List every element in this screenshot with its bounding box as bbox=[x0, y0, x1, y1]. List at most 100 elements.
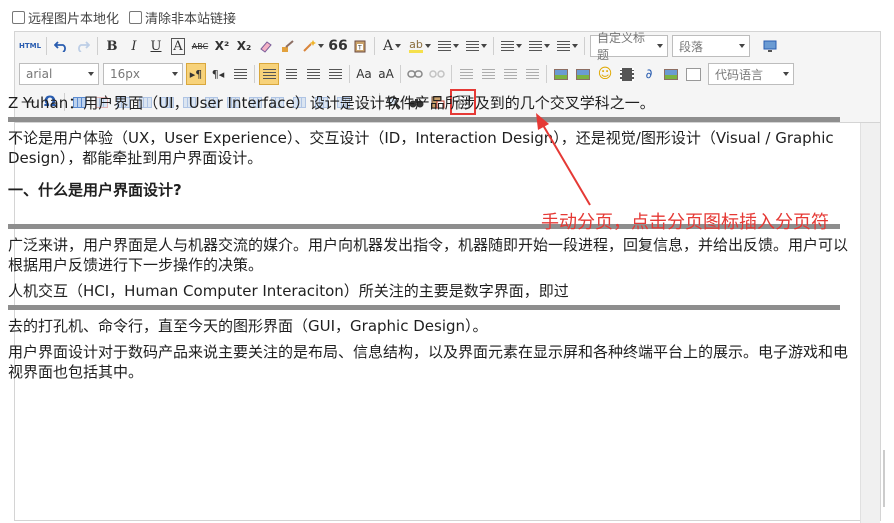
toolbar-separator bbox=[400, 65, 401, 83]
clear-links-option[interactable]: 清除非本站链接 bbox=[129, 8, 236, 27]
font-border-button[interactable]: A bbox=[168, 35, 188, 57]
editor-content[interactable]: Z Yuhan：用户界面（UI，User Interface）设计是设计软件产品… bbox=[8, 93, 848, 382]
fullscreen-button[interactable] bbox=[760, 35, 780, 57]
uppercase-button[interactable]: Aa bbox=[354, 63, 374, 85]
link-button[interactable] bbox=[405, 63, 425, 85]
align-justify-icon bbox=[328, 68, 342, 80]
image-right-icon bbox=[503, 68, 517, 80]
blockquote-button[interactable]: 66 bbox=[328, 35, 348, 57]
page-break-divider bbox=[8, 117, 840, 122]
unlink-icon bbox=[429, 70, 445, 78]
redo-button[interactable] bbox=[73, 35, 93, 57]
chevron-down-icon bbox=[739, 44, 745, 48]
custom-title-select[interactable]: 自定义标题 bbox=[590, 31, 668, 62]
toolbar-separator bbox=[349, 65, 350, 83]
gallery-icon bbox=[576, 68, 590, 80]
ltr-direction-button[interactable]: ▸¶ bbox=[186, 63, 206, 85]
align-center-button[interactable] bbox=[281, 63, 301, 85]
attachment-button[interactable]: ∂ bbox=[639, 63, 659, 85]
clear-links-checkbox[interactable] bbox=[129, 10, 143, 24]
remote-image-checkbox[interactable] bbox=[12, 10, 25, 24]
paragraph-1: Z Yuhan：用户界面（UI，User Interface）设计是设计软件产品… bbox=[8, 94, 655, 112]
font-size-select[interactable]: 16px bbox=[103, 63, 183, 85]
image-center-button[interactable] bbox=[522, 63, 542, 85]
redo-icon bbox=[78, 41, 90, 52]
section-heading: 一、什么是用户界面设计? bbox=[8, 181, 182, 199]
link-icon bbox=[407, 70, 423, 78]
insert-frame-button[interactable] bbox=[661, 63, 681, 85]
paste-plain-button[interactable]: T bbox=[350, 35, 370, 57]
undo-button[interactable] bbox=[51, 35, 71, 57]
template-icon bbox=[685, 67, 701, 81]
toolbar-row-1: HTML B I U A ABC X² X₂ 66 T A ab 自定义标题 段… bbox=[17, 31, 781, 62]
chevron-down-icon bbox=[783, 72, 789, 76]
paragraph-6: 用户界面设计对于数码产品来说主要关注的是布局、信息结构，以及界面元素在显示屏和各… bbox=[8, 343, 849, 381]
line-height-button[interactable] bbox=[554, 35, 580, 57]
brush-icon bbox=[282, 40, 294, 52]
paragraph-5: 去的打孔机、命令行，直至今天的图形界面（GUI，Graphic Design）。 bbox=[8, 317, 488, 335]
template-button[interactable] bbox=[683, 63, 703, 85]
indent-button[interactable] bbox=[230, 63, 250, 85]
align-right-button[interactable] bbox=[303, 63, 323, 85]
toolbar-separator bbox=[46, 37, 47, 55]
lowercase-icon: aA bbox=[378, 67, 394, 81]
code-language-select[interactable]: 代码语言 bbox=[708, 63, 794, 85]
format-brush-button[interactable] bbox=[278, 35, 298, 57]
film-icon bbox=[620, 67, 634, 81]
row-spacing-top-button[interactable] bbox=[498, 35, 524, 57]
toolbar-separator bbox=[451, 65, 452, 83]
multi-image-button[interactable] bbox=[573, 63, 593, 85]
remote-image-option[interactable]: 远程图片本地化 bbox=[12, 8, 119, 27]
image-center-icon bbox=[525, 68, 539, 80]
font-border-icon: A bbox=[171, 37, 185, 55]
auto-format-button[interactable] bbox=[300, 35, 326, 57]
image-right-button[interactable] bbox=[500, 63, 520, 85]
highlight-icon: ab bbox=[409, 37, 423, 53]
paragraph-format-select[interactable]: 段落 bbox=[672, 35, 750, 57]
rtl-direction-button[interactable]: ¶◂ bbox=[208, 63, 228, 85]
toolbar-row-2: arial 16px ▸¶ ¶◂ Aa aA ☺ ∂ 代码语言 bbox=[17, 61, 796, 87]
strikethrough-button[interactable]: ABC bbox=[190, 35, 210, 57]
align-left-button[interactable] bbox=[259, 63, 279, 85]
vertical-scrollbar[interactable] bbox=[860, 123, 880, 523]
toolbar-separator bbox=[546, 65, 547, 83]
ordered-list-button[interactable] bbox=[435, 35, 461, 57]
background-color-button[interactable]: ab bbox=[407, 35, 433, 57]
align-center-icon bbox=[285, 68, 297, 80]
magic-wand-icon bbox=[303, 40, 316, 52]
eraser-button[interactable] bbox=[256, 35, 276, 57]
annotation-text: 手动分页，点击分页图标插入分页符 bbox=[541, 212, 829, 233]
insert-video-button[interactable] bbox=[617, 63, 637, 85]
subscript-button[interactable]: X₂ bbox=[234, 35, 254, 57]
unordered-list-button[interactable] bbox=[463, 35, 489, 57]
insert-image-button[interactable] bbox=[551, 63, 571, 85]
align-justify-button[interactable] bbox=[325, 63, 345, 85]
image-none-button[interactable] bbox=[456, 63, 476, 85]
smiley-icon: ☺ bbox=[597, 66, 613, 82]
image-left-icon bbox=[481, 68, 495, 80]
font-color-icon: A bbox=[382, 38, 394, 54]
monitor-icon bbox=[763, 40, 777, 52]
image-none-icon bbox=[459, 68, 473, 80]
indent-icon bbox=[233, 68, 247, 80]
underline-button[interactable]: U bbox=[146, 35, 166, 57]
row-spacing-bottom-icon bbox=[528, 40, 542, 52]
toolbar-separator bbox=[374, 37, 375, 55]
font-family-select[interactable]: arial bbox=[19, 63, 99, 85]
image-icon bbox=[554, 68, 568, 80]
lowercase-button[interactable]: aA bbox=[376, 63, 396, 85]
ordered-list-icon bbox=[437, 40, 451, 52]
line-height-icon bbox=[556, 40, 570, 52]
image-left-button[interactable] bbox=[478, 63, 498, 85]
italic-button[interactable]: I bbox=[124, 35, 144, 57]
row-spacing-bottom-button[interactable] bbox=[526, 35, 552, 57]
bold-button[interactable]: B bbox=[102, 35, 122, 57]
paragraph-4: 人机交互（HCI，Human Computer Interaciton）所关注的… bbox=[8, 282, 569, 300]
font-color-button[interactable]: A bbox=[379, 35, 405, 57]
superscript-button[interactable]: X² bbox=[212, 35, 232, 57]
emotion-button[interactable]: ☺ bbox=[595, 63, 615, 85]
frame-icon bbox=[664, 68, 678, 80]
unlink-button[interactable] bbox=[427, 63, 447, 85]
html-source-button[interactable]: HTML bbox=[18, 35, 42, 57]
uppercase-icon: Aa bbox=[356, 67, 372, 81]
